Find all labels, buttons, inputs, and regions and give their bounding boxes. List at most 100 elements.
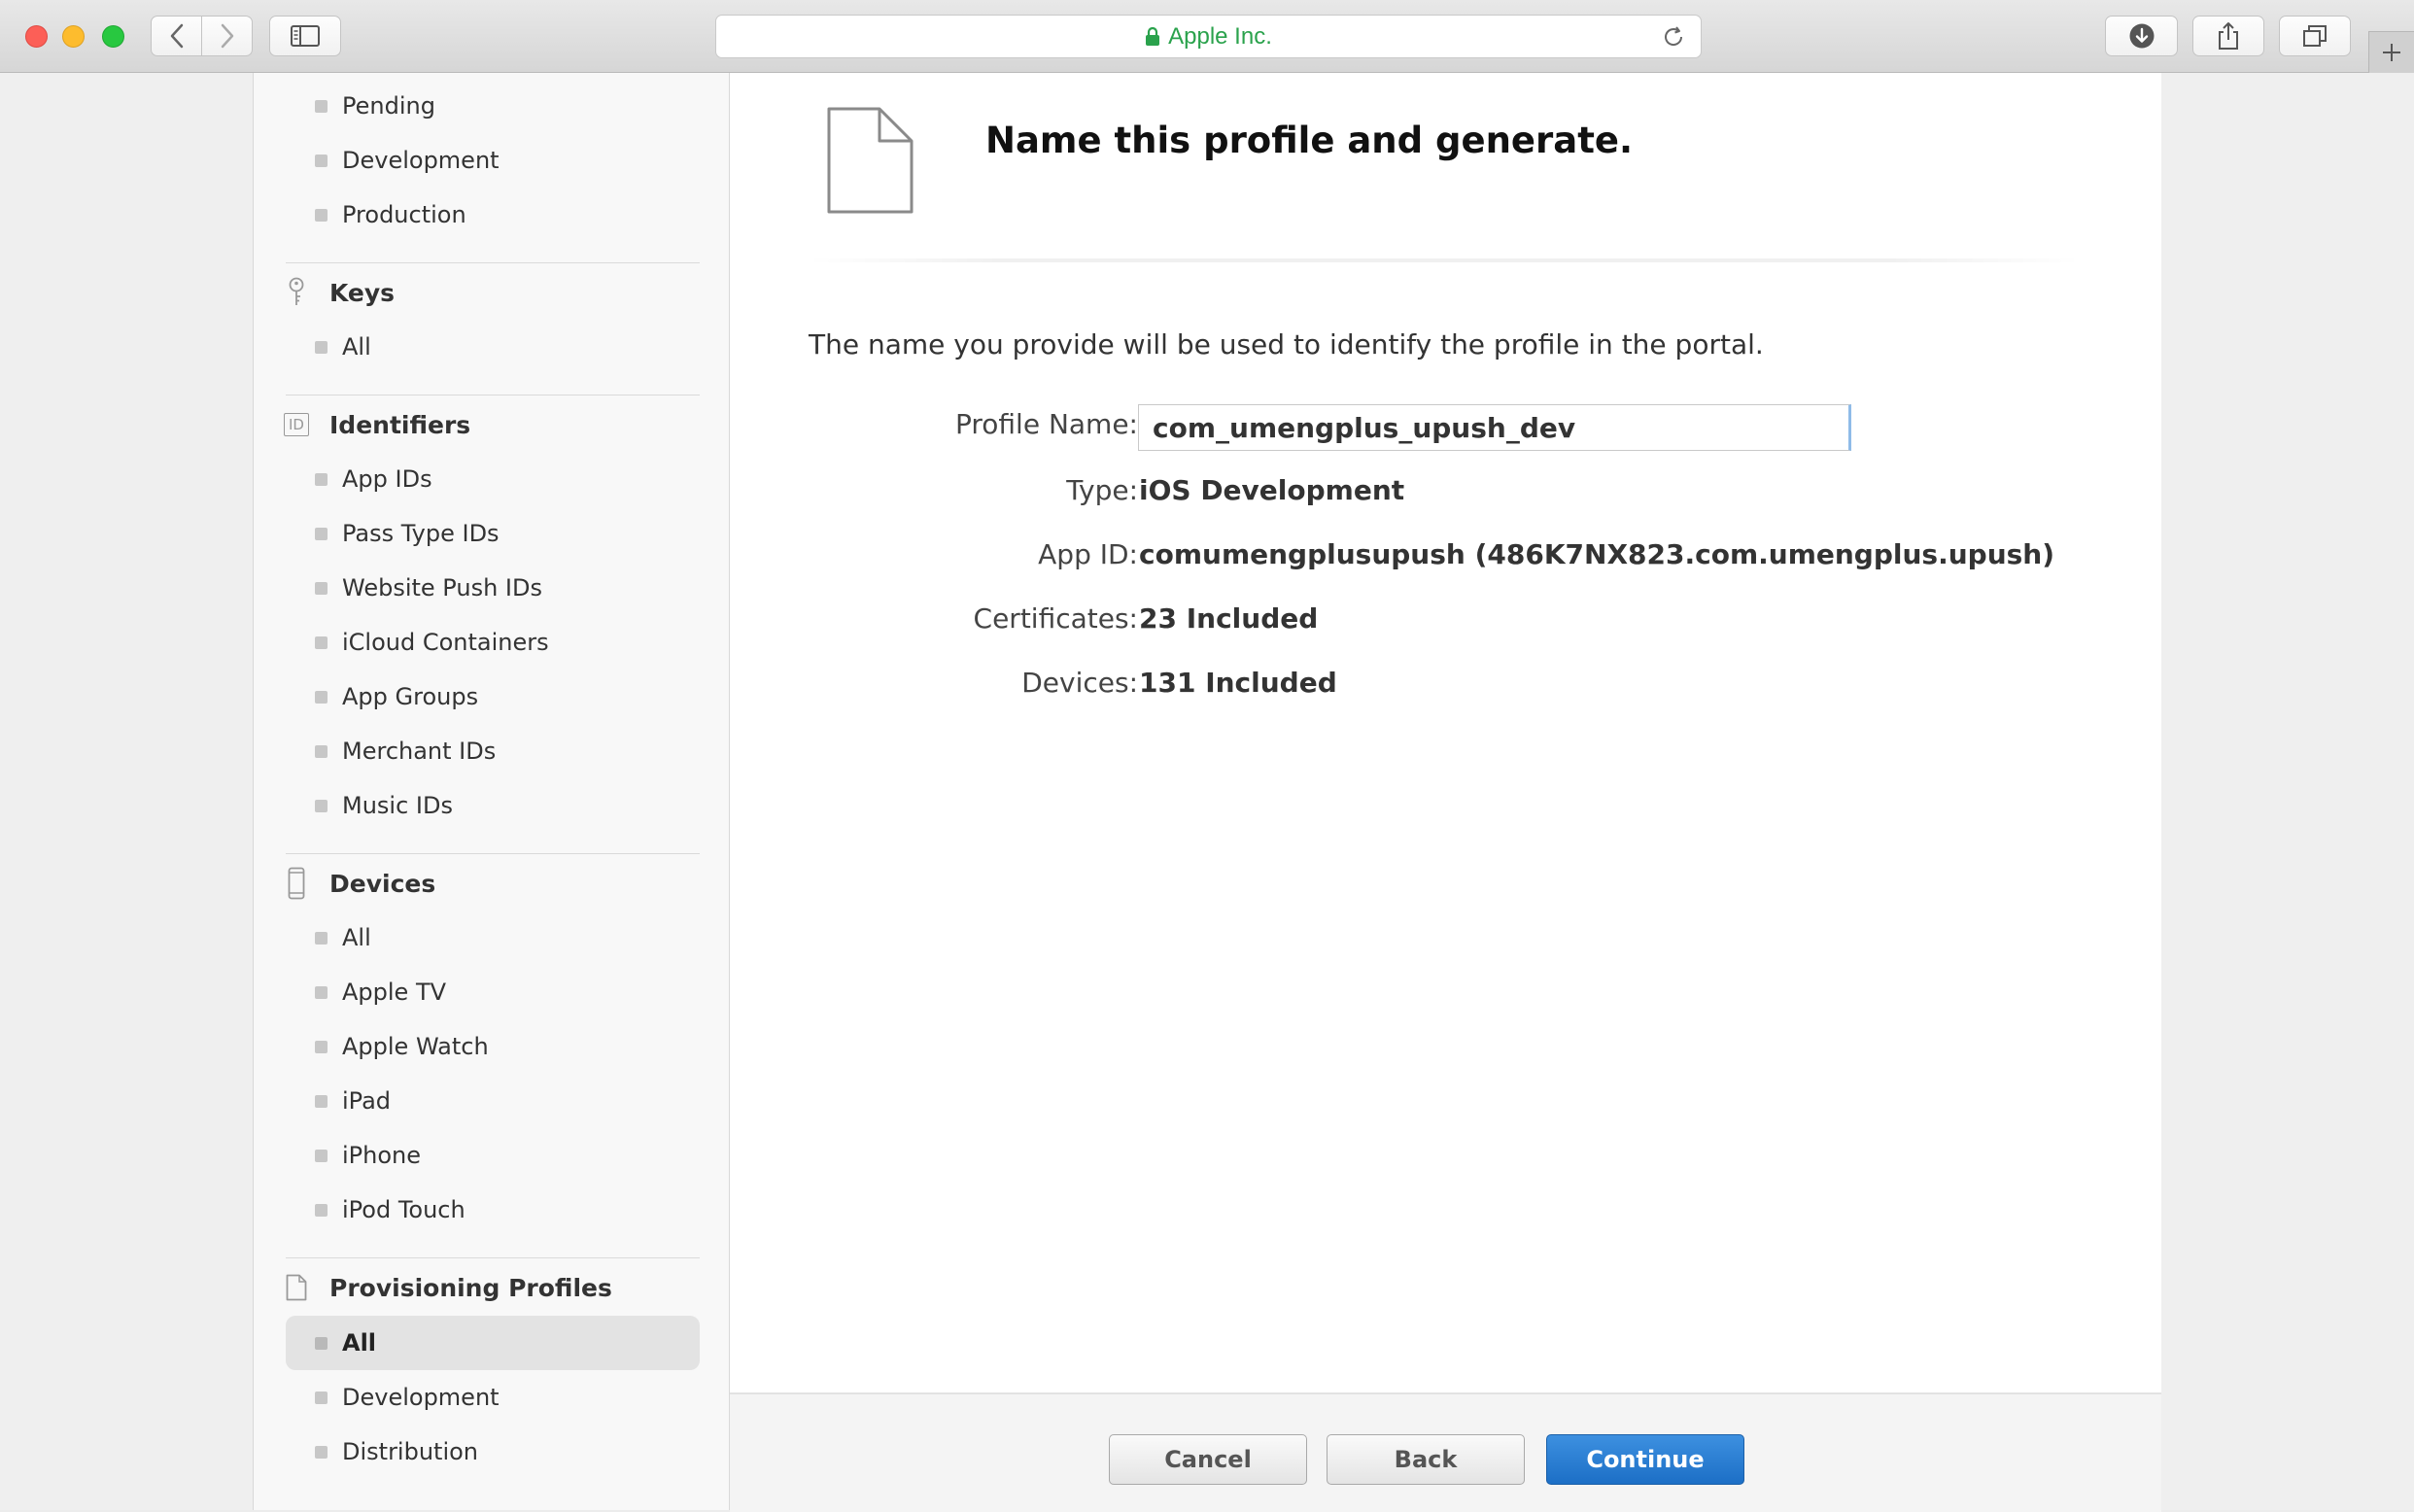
- bullet-icon: [315, 1445, 328, 1459]
- address-bar[interactable]: Apple Inc.: [715, 15, 1702, 58]
- sidebar-item-label: Website Push IDs: [342, 574, 542, 601]
- bullet-icon: [315, 985, 328, 999]
- sidebar-heading-label: Identifiers: [329, 410, 471, 439]
- sidebar-toggle-button[interactable]: [269, 16, 341, 56]
- sidebar-item-label: iPhone: [342, 1142, 422, 1169]
- sidebar-item-music-ids[interactable]: Music IDs: [286, 778, 700, 833]
- forward-nav-button[interactable]: [201, 16, 253, 56]
- sidebar-item-label: Pass Type IDs: [342, 520, 500, 547]
- document-icon: [283, 1271, 310, 1304]
- back-nav-button[interactable]: [151, 16, 202, 56]
- type-value: iOS Development: [1139, 474, 1405, 506]
- new-tab-button[interactable]: [2368, 31, 2414, 73]
- devices-label: Devices:: [1021, 667, 1138, 699]
- lock-icon: [1146, 26, 1160, 46]
- bullet-icon: [315, 1094, 328, 1108]
- sidebar-item-merchant-ids[interactable]: Merchant IDs: [286, 724, 700, 778]
- minimize-window-button[interactable]: [62, 25, 85, 48]
- sidebar-heading-provisioning-profiles[interactable]: Provisioning Profiles: [283, 1260, 710, 1315]
- bullet-icon: [315, 99, 328, 113]
- sidebar-heading-label: Keys: [329, 278, 396, 307]
- bullet-icon: [315, 154, 328, 167]
- sidebar-item-label: iPod Touch: [342, 1196, 466, 1223]
- back-button[interactable]: Back: [1327, 1434, 1525, 1485]
- chevron-left-icon: [170, 23, 183, 49]
- sidebar-heading-identifiers[interactable]: ID Identifiers: [283, 397, 710, 452]
- sidebar-item-label: Pending: [342, 92, 435, 120]
- sidebar-item-profiles-development[interactable]: Development: [286, 1370, 700, 1425]
- bullet-icon: [315, 1203, 328, 1217]
- close-window-button[interactable]: [25, 25, 48, 48]
- sidebar-divider: [286, 853, 700, 854]
- reload-button[interactable]: [1662, 25, 1685, 52]
- url-label: Apple Inc.: [1168, 22, 1272, 50]
- bullet-icon: [315, 1336, 328, 1350]
- sidebar-item-label: Development: [342, 1384, 500, 1411]
- sidebar-item-label: All: [342, 1329, 377, 1357]
- sidebar-item-label: Production: [342, 201, 466, 228]
- sidebar-item-label: Apple TV: [342, 979, 447, 1006]
- bullet-icon: [315, 472, 328, 486]
- sidebar-item-iphone[interactable]: iPhone: [286, 1128, 700, 1183]
- sidebar-item-website-push-ids[interactable]: Website Push IDs: [286, 561, 700, 615]
- sidebar-item-label: All: [342, 924, 371, 951]
- sidebar-item-label: Music IDs: [342, 792, 453, 819]
- sidebar-item-app-ids[interactable]: App IDs: [286, 452, 700, 506]
- certificates-label: Certificates:: [973, 602, 1138, 635]
- id-badge-icon: ID: [283, 408, 310, 441]
- sidebar-item-profiles-all[interactable]: All: [286, 1316, 700, 1370]
- bullet-icon: [315, 690, 328, 704]
- sidebar-heading-devices[interactable]: Devices: [283, 856, 710, 911]
- sidebar-item-pending[interactable]: Pending: [286, 79, 700, 133]
- sidebar-heading-keys[interactable]: Keys: [283, 265, 710, 320]
- tabs-overview-button[interactable]: [2279, 16, 2351, 56]
- sidebar-divider: [286, 262, 700, 263]
- sidebar-divider: [286, 1257, 700, 1258]
- certificates-value: 23 Included: [1139, 602, 1319, 635]
- phone-icon: [283, 867, 310, 900]
- sidebar-item-pass-type-ids[interactable]: Pass Type IDs: [286, 506, 700, 561]
- sidebar-item-apple-watch[interactable]: Apple Watch: [286, 1019, 700, 1074]
- page-background-right: [2161, 73, 2414, 1510]
- sidebar-item-production[interactable]: Production: [286, 188, 700, 242]
- sidebar-item-icloud-containers[interactable]: iCloud Containers: [286, 615, 700, 670]
- sidebar-item-label: Development: [342, 147, 500, 174]
- bullet-icon: [315, 581, 328, 595]
- bullet-icon: [315, 208, 328, 222]
- bullet-icon: [315, 799, 328, 812]
- continue-button[interactable]: Continue: [1546, 1434, 1744, 1485]
- sidebar-item-app-groups[interactable]: App Groups: [286, 670, 700, 724]
- sidebar-item-label: iCloud Containers: [342, 629, 549, 656]
- sidebar-item-label: Distribution: [342, 1438, 479, 1465]
- sidebar-heading-label: Devices: [329, 869, 436, 898]
- bullet-icon: [315, 636, 328, 649]
- sidebar-item-label: Merchant IDs: [342, 738, 497, 765]
- sidebar-item-profiles-distribution[interactable]: Distribution: [286, 1425, 700, 1479]
- sidebar-item-ipod-touch[interactable]: iPod Touch: [286, 1183, 700, 1237]
- sidebar-item-devices-all[interactable]: All: [286, 911, 700, 965]
- app-id-label: App ID:: [1038, 538, 1138, 570]
- sidebar-heading-label: Provisioning Profiles: [329, 1273, 612, 1302]
- bullet-icon: [315, 1040, 328, 1053]
- sidebar-item-apple-tv[interactable]: Apple TV: [286, 965, 700, 1019]
- sidebar-item-label: Apple Watch: [342, 1033, 489, 1060]
- sidebar-item-development[interactable]: Development: [286, 133, 700, 188]
- browser-toolbar: Apple Inc.: [0, 0, 2414, 73]
- devices-value: 131 Included: [1139, 667, 1337, 699]
- profile-name-input[interactable]: [1138, 404, 1851, 451]
- plus-icon: [2383, 44, 2400, 61]
- bullet-icon: [315, 1149, 328, 1162]
- sidebar-item-label: App Groups: [342, 683, 479, 710]
- cancel-button[interactable]: Cancel: [1109, 1434, 1307, 1485]
- share-button[interactable]: [2192, 16, 2264, 56]
- downloads-button[interactable]: [2105, 16, 2178, 56]
- sidebar-icon: [291, 25, 320, 47]
- id-badge-text: ID: [284, 413, 309, 436]
- page-background-left: [0, 73, 253, 1510]
- chevron-right-icon: [221, 23, 233, 49]
- sidebar-item-keys-all[interactable]: All: [286, 320, 700, 374]
- main-panel: Name this profile and generate. The name…: [730, 73, 2161, 1512]
- sidebar-item-ipad[interactable]: iPad: [286, 1074, 700, 1128]
- zoom-window-button[interactable]: [102, 25, 124, 48]
- sidebar-item-label: App IDs: [342, 465, 432, 493]
